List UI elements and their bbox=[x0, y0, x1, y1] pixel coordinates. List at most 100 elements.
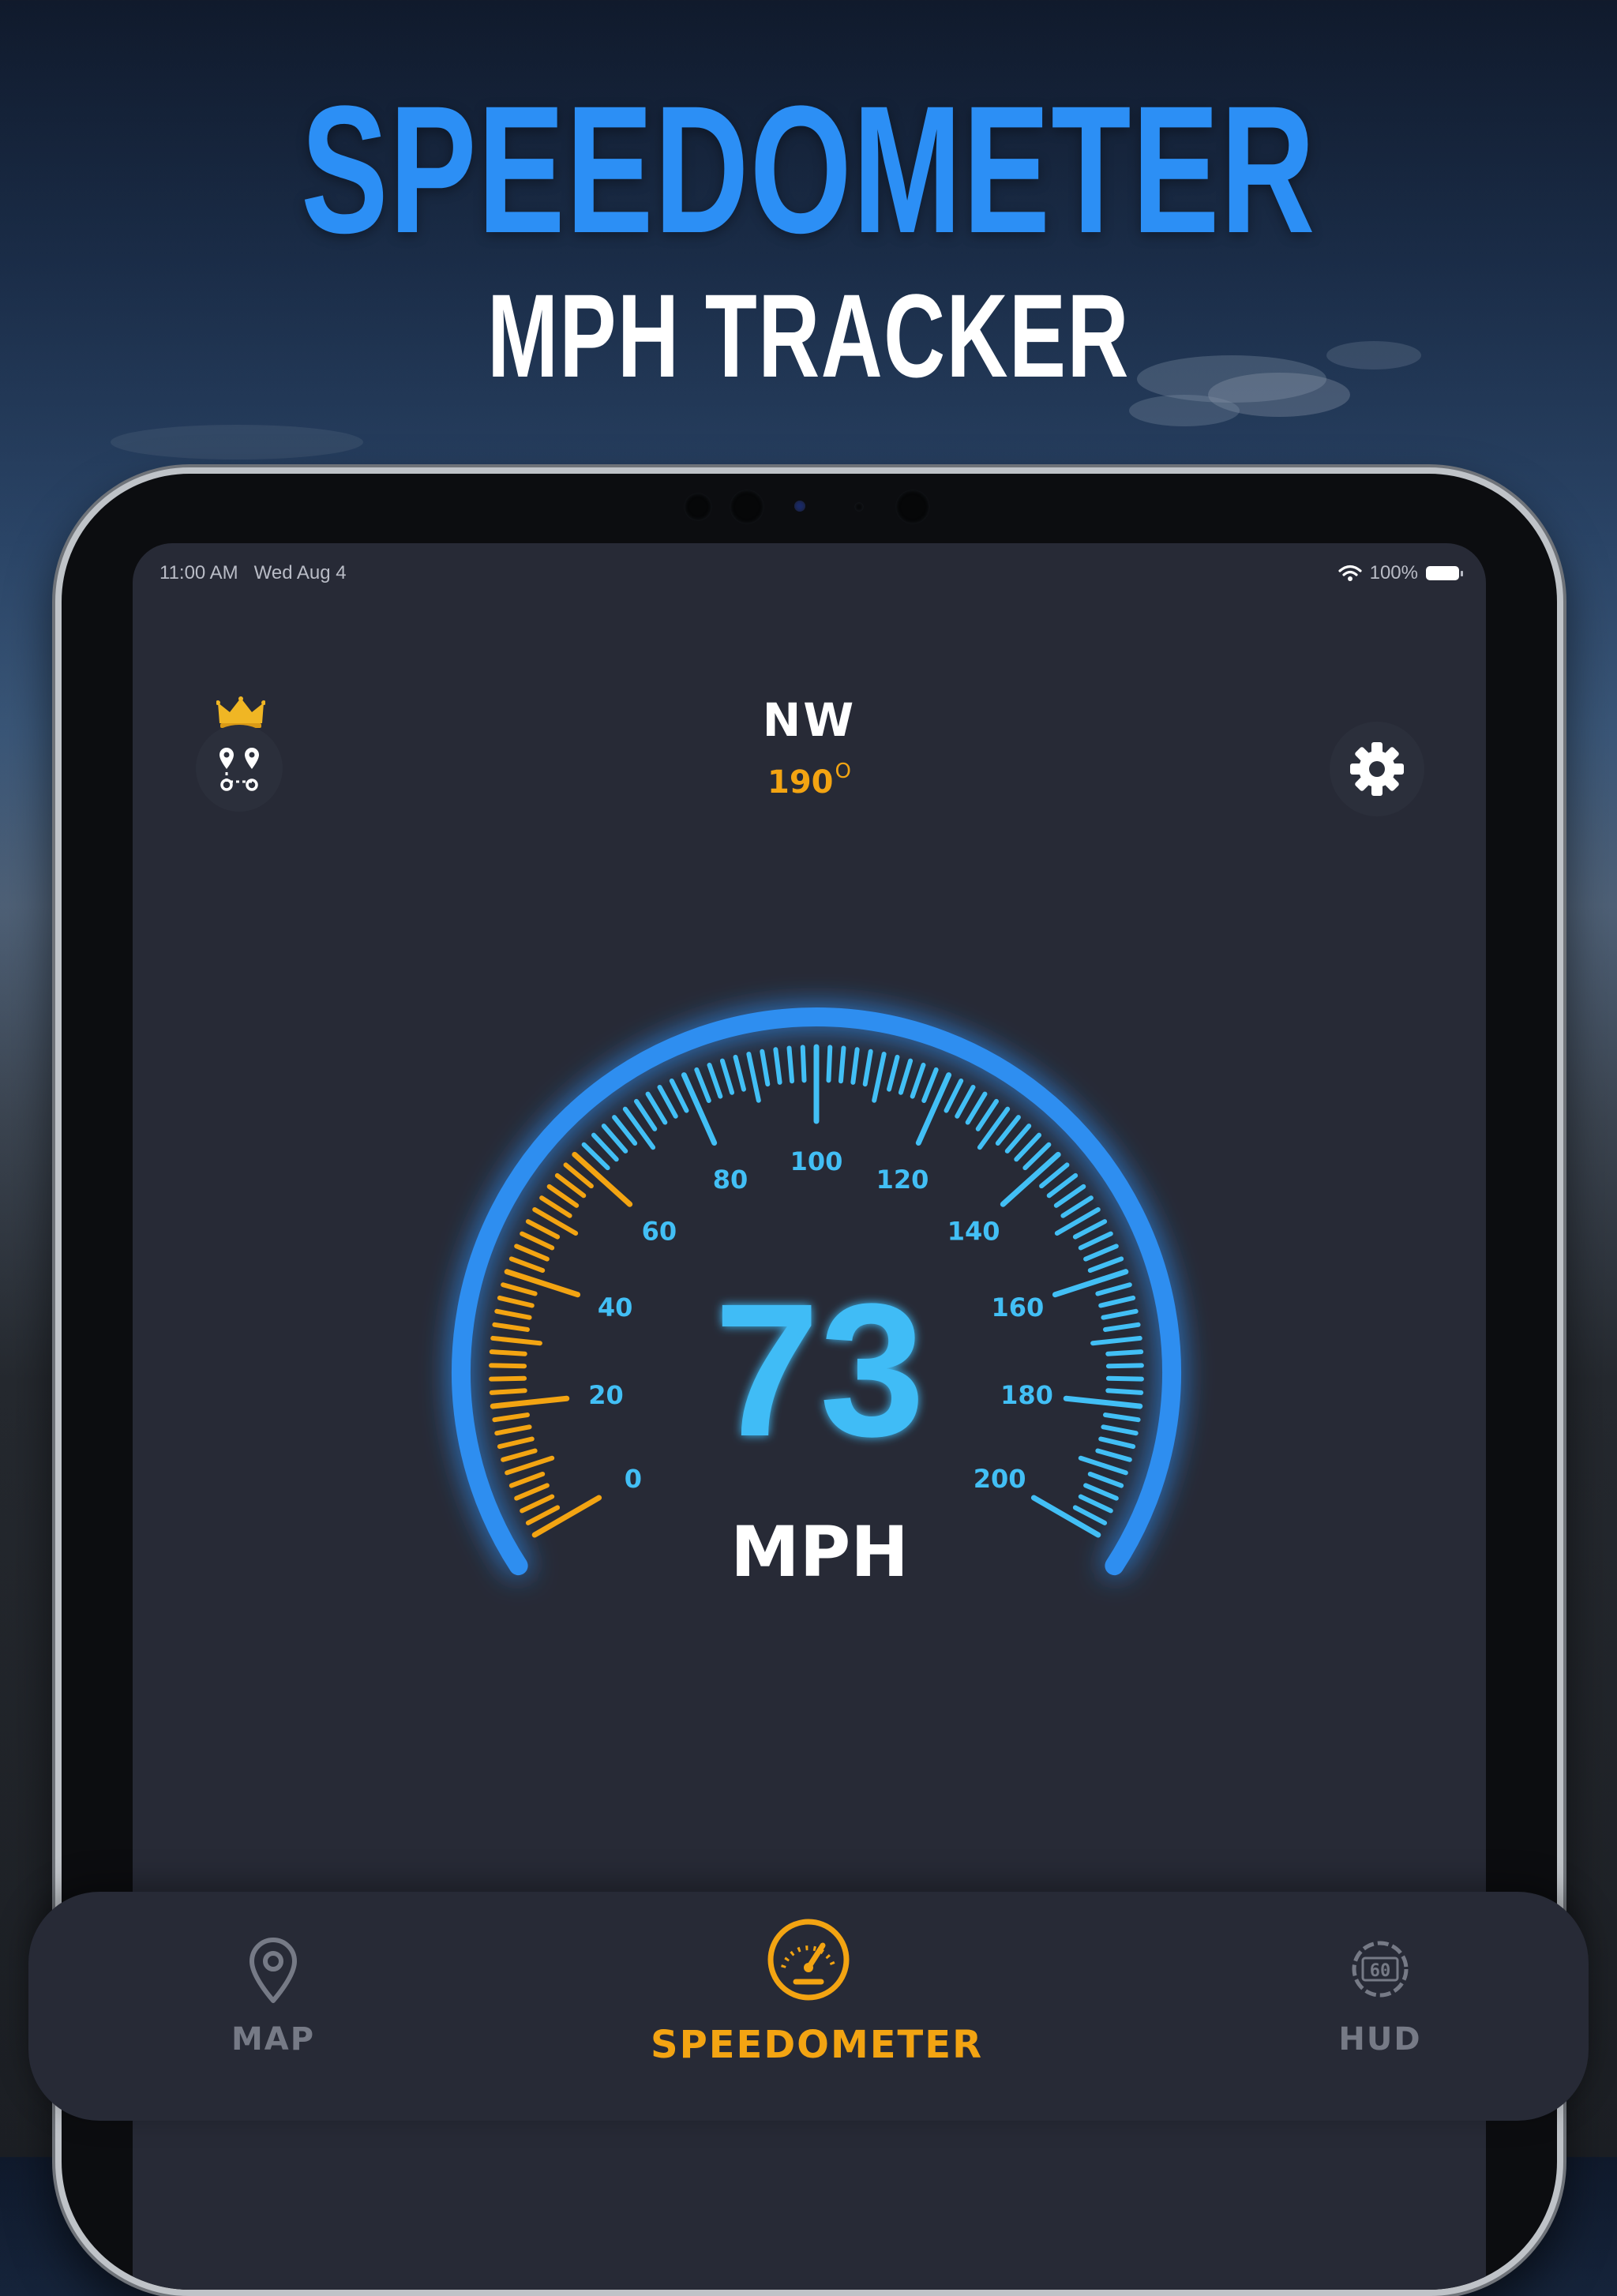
svg-text:60: 60 bbox=[1370, 1961, 1391, 1981]
gauge-tick-label: 0 bbox=[625, 1464, 642, 1494]
gauge-minor-tick bbox=[707, 1062, 723, 1099]
gauge-minor-tick bbox=[525, 1505, 561, 1525]
gauge-minor-tick bbox=[497, 1436, 535, 1450]
gauge-minor-tick bbox=[955, 1084, 976, 1119]
gauge-minor-tick bbox=[1087, 1256, 1124, 1274]
gauge-minor-tick bbox=[898, 1058, 914, 1095]
gauge-minor-tick bbox=[800, 1045, 807, 1083]
gauge-tick-label: 80 bbox=[713, 1165, 748, 1195]
gauge-major-tick bbox=[490, 1395, 570, 1409]
gauge-minor-tick bbox=[492, 1412, 530, 1423]
gauge-tick-label: 120 bbox=[876, 1165, 929, 1195]
camera-sensor-2 bbox=[854, 502, 864, 512]
gauge-minor-tick bbox=[733, 1054, 746, 1092]
gauge-minor-tick bbox=[862, 1049, 873, 1087]
gauge-minor-tick bbox=[489, 1349, 527, 1356]
gauge-minor-tick bbox=[760, 1049, 771, 1087]
gauge-minor-tick bbox=[1095, 1282, 1132, 1296]
gauge-tick-label: 40 bbox=[598, 1292, 633, 1322]
gauge-tick-label: 100 bbox=[790, 1146, 843, 1176]
gauge-minor-tick bbox=[520, 1494, 555, 1514]
gauge-minor-tick bbox=[514, 1483, 550, 1501]
bottom-tab-bar: MAP SPEEDOMETER 60 HUD bbox=[28, 1892, 1589, 2121]
tab-hud[interactable]: 60 HUD bbox=[1222, 1892, 1538, 2121]
gauge-minor-tick bbox=[1103, 1322, 1141, 1332]
gauge-tick-label: 60 bbox=[642, 1217, 677, 1247]
gauge-minor-tick bbox=[1103, 1412, 1141, 1423]
camera-indicator bbox=[794, 501, 805, 512]
gauge-minor-tick bbox=[910, 1062, 926, 1099]
gauge-minor-tick bbox=[1105, 1349, 1144, 1356]
gauge-minor-tick bbox=[1095, 1448, 1132, 1462]
gauge-minor-tick bbox=[622, 1106, 656, 1150]
gauge-minor-tick bbox=[872, 1052, 887, 1103]
gauge-minor-tick bbox=[719, 1058, 735, 1095]
gauge-minor-tick bbox=[694, 1067, 711, 1103]
gauge-minor-tick bbox=[1078, 1455, 1128, 1476]
gauge-minor-tick bbox=[1105, 1388, 1144, 1395]
gauge-minor-tick bbox=[1101, 1424, 1139, 1436]
camera-lens bbox=[730, 490, 764, 524]
speed-unit: MPH bbox=[730, 1511, 909, 1593]
gauge-minor-tick bbox=[921, 1067, 939, 1103]
gauge-minor-tick bbox=[489, 1363, 527, 1369]
gauge-minor-tick bbox=[514, 1244, 550, 1262]
tab-speedometer[interactable]: SPEEDOMETER bbox=[651, 1892, 984, 2121]
gauge-minor-tick bbox=[494, 1308, 532, 1320]
gauge-major-tick bbox=[681, 1072, 718, 1146]
speed-value: 73 bbox=[715, 1264, 925, 1476]
gauge-minor-tick bbox=[494, 1424, 532, 1436]
gauge-minor-tick bbox=[786, 1045, 795, 1084]
gauge-minor-tick bbox=[497, 1295, 535, 1308]
gauge-minor-tick bbox=[501, 1448, 538, 1462]
speedometer-gauge: 0 20 40 60 80 100 120 140 160 180 200 73 MPH bbox=[452, 1007, 1181, 1593]
gauge-minor-tick bbox=[657, 1084, 678, 1119]
gauge-minor-tick bbox=[505, 1455, 555, 1476]
gauge-minor-tick bbox=[508, 1471, 546, 1488]
gauge-minor-tick bbox=[1105, 1363, 1144, 1369]
gauge-minor-tick bbox=[773, 1047, 782, 1085]
gauge-tick-label: 20 bbox=[588, 1380, 624, 1410]
promo-title: SPEEDOMETER bbox=[301, 68, 1316, 271]
gauge-major-tick bbox=[915, 1072, 952, 1146]
tab-map[interactable]: MAP bbox=[115, 1892, 431, 2121]
gauge-tick-label: 180 bbox=[1000, 1380, 1053, 1410]
gauge-minor-tick bbox=[826, 1045, 833, 1083]
gauge-minor-tick bbox=[1078, 1494, 1113, 1514]
gauge-minor-tick bbox=[669, 1078, 689, 1113]
gauge-minor-tick bbox=[1083, 1483, 1119, 1501]
gauge-minor-tick bbox=[850, 1047, 860, 1085]
camera-sensor bbox=[684, 493, 712, 521]
gauge-minor-tick bbox=[746, 1052, 761, 1103]
tab-hud-label: HUD bbox=[1338, 2021, 1422, 2058]
gauge-minor-tick bbox=[838, 1045, 846, 1084]
gauge-major-tick bbox=[1063, 1395, 1143, 1409]
gauge-minor-tick bbox=[492, 1322, 530, 1332]
tab-speedometer-label: SPEEDOMETER bbox=[651, 2023, 984, 2067]
gauge-tick-label: 140 bbox=[947, 1217, 1000, 1247]
gauge-minor-tick bbox=[1078, 1231, 1113, 1251]
gauge-minor-tick bbox=[965, 1091, 988, 1125]
gauge-minor-tick bbox=[944, 1078, 964, 1113]
gauge-minor-tick bbox=[645, 1091, 668, 1125]
gauge-tick-label: 200 bbox=[974, 1464, 1026, 1494]
gauge-minor-tick bbox=[490, 1335, 542, 1346]
promo-subtitle: MPH TRACKER bbox=[487, 269, 1130, 402]
gauge-minor-tick bbox=[508, 1256, 546, 1274]
gauge-minor-tick bbox=[1098, 1436, 1136, 1450]
gauge-minor-tick bbox=[501, 1282, 538, 1296]
gauge-tick-label: 160 bbox=[991, 1292, 1044, 1322]
gauge-minor-tick bbox=[1101, 1308, 1139, 1320]
gauge-minor-tick bbox=[1098, 1295, 1136, 1308]
gauge-minor-tick bbox=[525, 1219, 561, 1240]
tab-map-label: MAP bbox=[231, 2021, 316, 2058]
gauge-minor-tick bbox=[887, 1054, 900, 1092]
gauge-minor-tick bbox=[489, 1388, 527, 1395]
speedometer-icon bbox=[767, 1919, 850, 2001]
gauge-minor-tick bbox=[1072, 1505, 1108, 1525]
hud-60-icon: 60 bbox=[1352, 1941, 1409, 1998]
gauge-minor-tick bbox=[977, 1106, 1011, 1150]
map-pin-icon bbox=[249, 1938, 297, 2003]
camera-flash bbox=[895, 490, 930, 524]
gauge-minor-tick bbox=[1072, 1219, 1108, 1240]
